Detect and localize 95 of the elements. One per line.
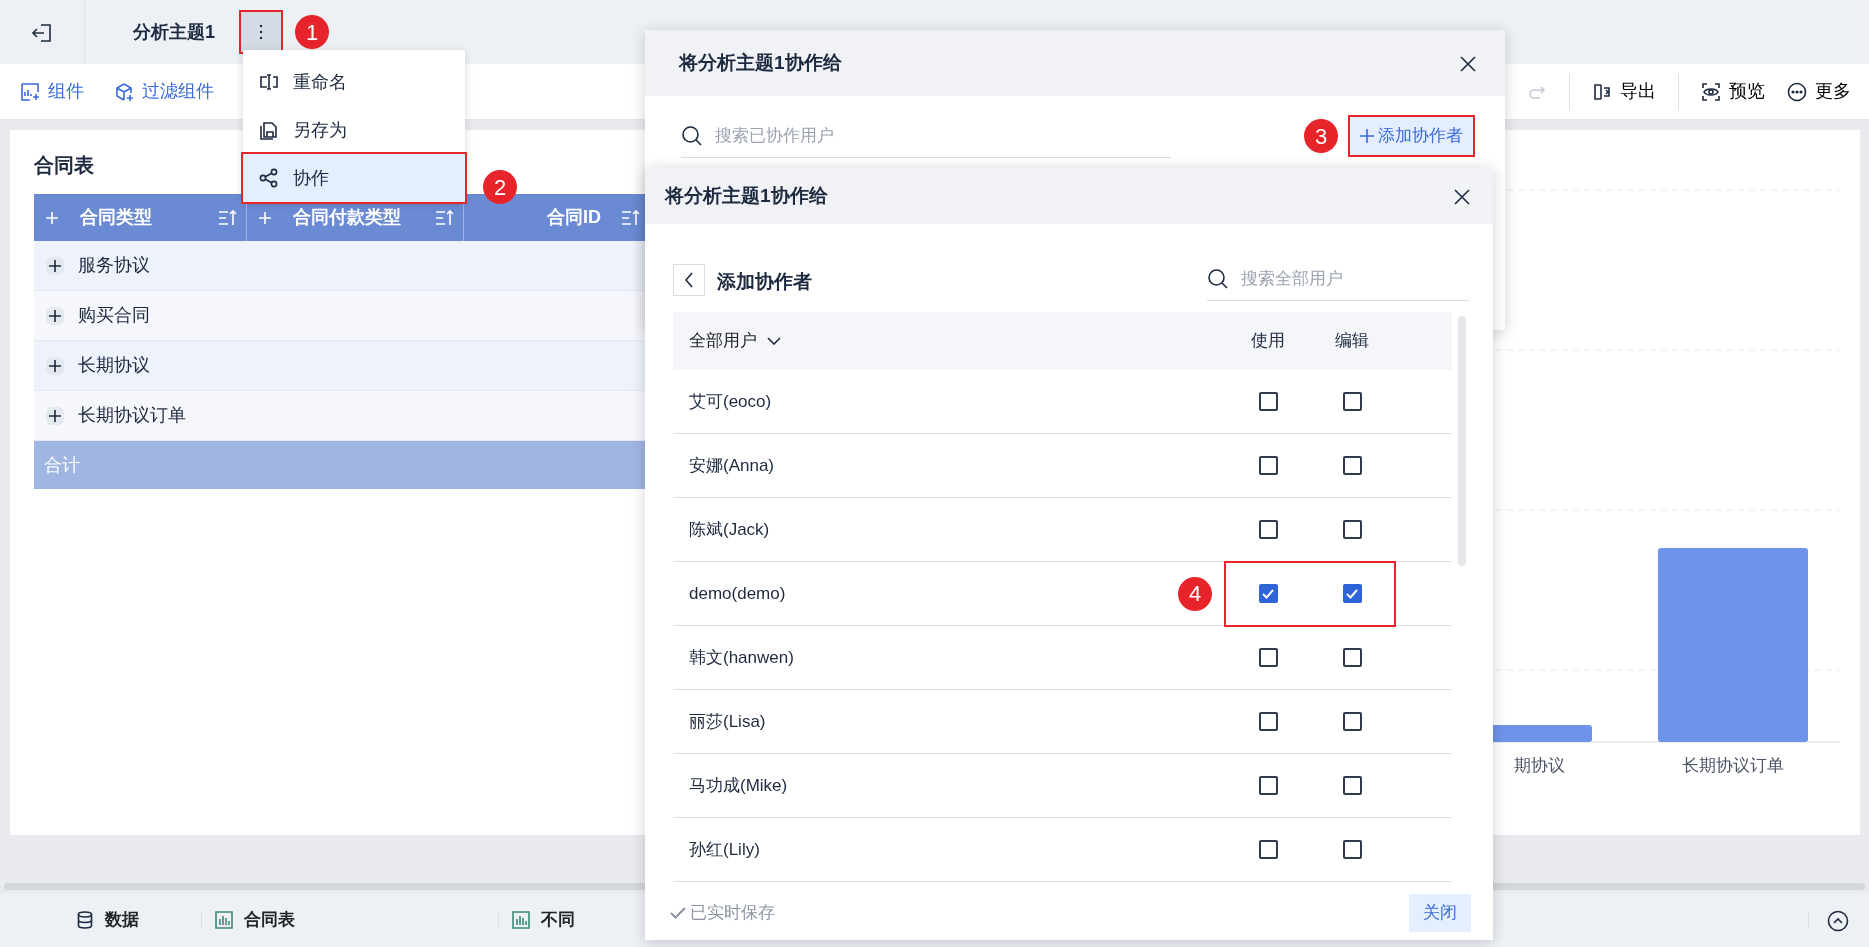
dialog-title: 将分析主题1协作给 bbox=[679, 50, 842, 75]
menu-item[interactable]: 另存为 bbox=[243, 106, 465, 154]
chevron-left-icon bbox=[684, 272, 694, 288]
checkbox[interactable] bbox=[1258, 456, 1278, 475]
user-name: 陈斌(Jack) bbox=[688, 518, 771, 541]
eye-icon bbox=[1701, 81, 1721, 102]
step-number-badge: 3 bbox=[1304, 119, 1338, 153]
check-icon bbox=[1262, 588, 1274, 599]
bar-chart-icon bbox=[214, 910, 234, 930]
chevron-up-icon bbox=[1827, 909, 1849, 932]
sort-icon bbox=[621, 208, 641, 227]
toolbar-button[interactable]: 预览 bbox=[1701, 78, 1765, 105]
checkbox[interactable] bbox=[1258, 776, 1278, 795]
checkbox[interactable] bbox=[1258, 584, 1278, 603]
column-header: 编辑 bbox=[1335, 330, 1369, 353]
row-label: 长期协议 bbox=[78, 354, 150, 377]
step-number-badge: 1 bbox=[295, 15, 329, 49]
search-field[interactable]: 搜索全部用户 bbox=[1239, 264, 1469, 293]
axis-label: 长期协议订单 bbox=[1682, 756, 1784, 775]
sort-icon bbox=[218, 208, 238, 227]
expand-button[interactable] bbox=[46, 256, 64, 275]
checkbox[interactable] bbox=[1258, 840, 1278, 859]
close-button[interactable]: 关闭 bbox=[1409, 893, 1471, 932]
report-title: 分析主题1 bbox=[133, 20, 215, 44]
toolbar-button[interactable]: 过滤组件 bbox=[114, 78, 214, 105]
user-name: 马功成(Mike) bbox=[688, 774, 789, 797]
search-field[interactable]: 搜索已协作用户 bbox=[713, 121, 1171, 150]
menu-item[interactable]: 重命名 bbox=[243, 58, 465, 106]
checkbox[interactable] bbox=[1342, 712, 1362, 731]
close-icon bbox=[1459, 54, 1477, 73]
chevron-down-icon bbox=[767, 337, 781, 345]
checkbox[interactable] bbox=[1258, 648, 1278, 667]
section-heading: 添加协作者 bbox=[717, 269, 812, 294]
toolbar-button[interactable]: 组件 bbox=[20, 78, 84, 105]
check-icon bbox=[1346, 588, 1358, 599]
check-icon bbox=[670, 905, 686, 920]
expand-button[interactable] bbox=[46, 406, 64, 425]
search-icon bbox=[681, 124, 703, 147]
row-label: 服务协议 bbox=[78, 254, 150, 277]
expand-button[interactable] bbox=[46, 356, 64, 375]
checkbox[interactable] bbox=[1258, 520, 1278, 539]
bottom-tab[interactable]: 数据 bbox=[75, 907, 139, 933]
exit-icon bbox=[31, 21, 53, 44]
checkbox[interactable] bbox=[1342, 392, 1362, 411]
user-name: 孙红(Lily) bbox=[688, 838, 761, 861]
plus-icon bbox=[49, 309, 61, 322]
sort-icon bbox=[435, 208, 455, 227]
checkbox[interactable] bbox=[1342, 584, 1362, 603]
plus-icon bbox=[1360, 129, 1374, 143]
add-collaborator-button[interactable]: 添加协作者 bbox=[1350, 117, 1473, 155]
bottom-tab[interactable]: 合同表 bbox=[214, 907, 295, 933]
bottom-tab[interactable]: 不同 bbox=[511, 907, 575, 933]
checkbox[interactable] bbox=[1342, 840, 1362, 859]
user-name: 韩文(hanwen) bbox=[688, 646, 795, 669]
collapse-button[interactable] bbox=[1827, 908, 1849, 932]
checkbox[interactable] bbox=[1342, 648, 1362, 667]
user-name: 丽莎(Lisa) bbox=[688, 710, 767, 733]
menu-item[interactable]: 协作 bbox=[243, 154, 465, 202]
expand-button[interactable] bbox=[46, 306, 64, 325]
user-name: demo(demo) bbox=[688, 582, 787, 605]
checkbox[interactable] bbox=[1342, 456, 1362, 475]
export-icon bbox=[1592, 81, 1612, 102]
checkbox[interactable] bbox=[1342, 776, 1362, 795]
dialog-title: 将分析主题1协作给 bbox=[665, 183, 828, 208]
more-icon bbox=[1787, 81, 1807, 102]
cube-add-icon bbox=[114, 81, 134, 102]
user-name: 艾可(eoco) bbox=[688, 390, 773, 413]
plus-icon bbox=[49, 259, 61, 272]
kebab-icon bbox=[259, 24, 263, 40]
plus-icon bbox=[49, 359, 61, 372]
row-label: 购买合同 bbox=[78, 304, 150, 327]
checkbox[interactable] bbox=[1258, 712, 1278, 731]
toolbar-button[interactable]: 导出 bbox=[1592, 78, 1656, 105]
close-icon bbox=[1453, 187, 1471, 206]
checkbox[interactable] bbox=[1258, 392, 1278, 411]
database-icon bbox=[75, 910, 95, 930]
back-button[interactable] bbox=[673, 264, 705, 296]
checkbox[interactable] bbox=[1342, 520, 1362, 539]
share-icon bbox=[259, 168, 279, 188]
row-label: 长期协议订单 bbox=[78, 404, 186, 427]
scrollbar-thumb[interactable] bbox=[1458, 316, 1466, 566]
component-add-icon bbox=[20, 81, 40, 102]
plus-icon bbox=[49, 409, 61, 422]
save-status: 已实时保存 bbox=[690, 901, 775, 924]
axis-label: 期协议 bbox=[1514, 756, 1565, 775]
user-filter-dropdown[interactable]: 全部用户 bbox=[673, 328, 1226, 354]
save-as-icon bbox=[259, 120, 279, 140]
rename-icon bbox=[259, 72, 279, 92]
user-name: 安娜(Anna) bbox=[688, 454, 776, 477]
toolbar-button[interactable]: 更多 bbox=[1787, 78, 1851, 105]
bar-chart-icon bbox=[511, 910, 531, 930]
search-icon bbox=[1207, 267, 1229, 290]
table-title: 合同表 bbox=[34, 153, 94, 178]
step-number-badge: 4 bbox=[1178, 576, 1212, 611]
column-header: 使用 bbox=[1251, 330, 1285, 353]
